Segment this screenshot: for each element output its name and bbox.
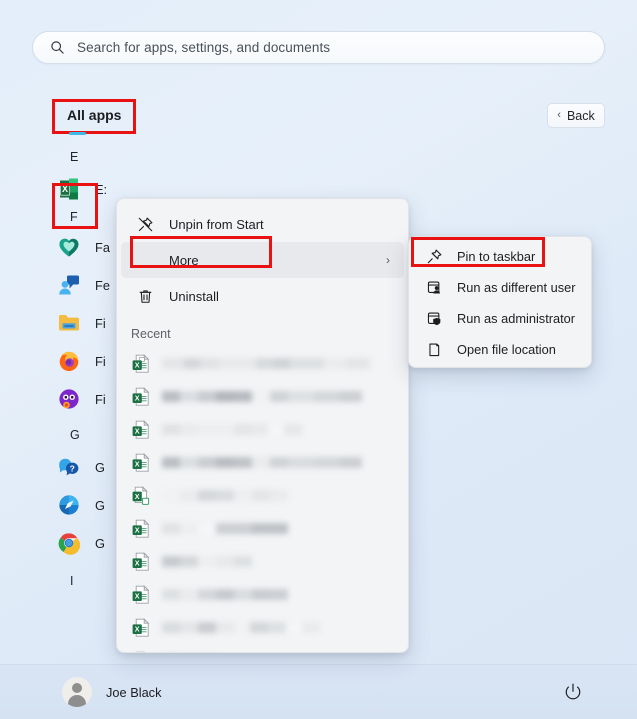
svg-text:X: X xyxy=(135,360,140,369)
excel-doc-icon: X xyxy=(132,353,150,374)
submenu-label-run-as-administrator: Run as administrator xyxy=(457,311,576,326)
excel-doc-icon: X xyxy=(132,584,150,605)
excel-doc-icon: X xyxy=(132,617,150,638)
more-highlight-box xyxy=(130,236,272,268)
app-name-family-safety: Fa xyxy=(95,239,110,255)
run-as-admin-icon xyxy=(424,310,444,327)
redacted-filename xyxy=(162,457,362,468)
context-menu-label-unpin-from-start: Unpin from Start xyxy=(169,216,264,232)
redacted-filename xyxy=(162,391,362,402)
svg-text:X: X xyxy=(135,591,140,600)
excel-doc-icon: X xyxy=(132,551,150,572)
pin-to-taskbar-highlight-box xyxy=(411,237,545,267)
family-safety-icon xyxy=(56,234,82,260)
search-placeholder-text: Search for apps, settings, and documents xyxy=(77,40,331,55)
recent-items-list: X X X X X X X X X xyxy=(117,347,408,652)
excel-doc-icon: X xyxy=(132,518,150,539)
firefox-nightly-icon xyxy=(56,386,82,412)
svg-text:?: ? xyxy=(70,464,75,474)
context-menu-label-uninstall: Uninstall xyxy=(169,288,219,304)
back-button-label: Back xyxy=(566,108,595,123)
list-item[interactable]: X xyxy=(117,380,408,413)
app-name-get-started: G xyxy=(95,497,105,513)
list-item[interactable]: X xyxy=(117,479,408,512)
excel-doc-icon: X xyxy=(132,452,150,473)
power-button[interactable] xyxy=(561,680,585,704)
list-item[interactable]: X xyxy=(117,545,408,578)
excel-icon-highlight-box xyxy=(52,183,98,229)
user-account-button[interactable]: Joe Black xyxy=(62,677,161,707)
list-item[interactable]: X xyxy=(117,512,408,545)
excel-doc-icon: X xyxy=(132,419,150,440)
svg-text:X: X xyxy=(135,558,140,567)
scroll-indicator xyxy=(69,132,86,135)
all-apps-label: All apps xyxy=(67,107,122,123)
submenu-label-run-as-different-user: Run as different user xyxy=(457,280,576,295)
app-name-feedback-hub: Fe xyxy=(95,277,110,293)
unpin-icon xyxy=(135,216,155,233)
submenu-item-run-as-different-user[interactable]: Run as different user xyxy=(413,272,587,303)
svg-text:X: X xyxy=(135,491,140,500)
redacted-filename xyxy=(162,358,370,369)
avatar-icon xyxy=(62,677,92,707)
feedback-hub-icon xyxy=(56,272,82,298)
firefox-icon xyxy=(56,348,82,374)
start-menu-all-apps: Search for apps, settings, and documents… xyxy=(0,0,637,719)
excel-doc-icon: X xyxy=(132,386,150,407)
search-input[interactable]: Search for apps, settings, and documents xyxy=(32,31,605,64)
list-item[interactable]: X xyxy=(117,578,408,611)
chevron-left-icon: ‹ xyxy=(557,109,561,121)
user-name-label: Joe Black xyxy=(106,684,162,700)
search-icon xyxy=(50,40,65,55)
app-name-google-chrome: G xyxy=(95,535,105,551)
redacted-filename xyxy=(162,424,302,435)
get-started-icon xyxy=(56,492,82,518)
svg-text:X: X xyxy=(135,393,140,402)
folder-open-icon xyxy=(424,341,444,358)
google-chrome-icon xyxy=(56,530,82,556)
app-name-firefox-nightly: Fi xyxy=(95,391,106,407)
app-name-get-help: G xyxy=(95,459,105,475)
redacted-filename xyxy=(162,523,288,534)
redacted-filename xyxy=(162,622,320,633)
trash-icon xyxy=(135,288,155,305)
file-explorer-icon xyxy=(56,310,82,336)
redacted-filename xyxy=(162,556,252,567)
recent-section-header: Recent xyxy=(131,327,171,341)
run-as-user-icon xyxy=(424,279,444,296)
submenu-label-open-file-location: Open file location xyxy=(457,342,556,357)
excel-sheet-icon: X xyxy=(132,650,150,652)
svg-text:X: X xyxy=(135,525,140,534)
submenu-item-open-file-location[interactable]: Open file location xyxy=(413,334,587,365)
excel-doc-copy-icon: X xyxy=(132,485,150,506)
chevron-right-icon: › xyxy=(386,253,390,267)
back-button[interactable]: ‹ Back xyxy=(547,103,605,128)
svg-text:X: X xyxy=(135,426,140,435)
list-item[interactable]: X xyxy=(117,644,408,652)
context-menu-item-uninstall[interactable]: Uninstall xyxy=(121,278,404,314)
redacted-filename xyxy=(162,490,288,501)
list-item[interactable]: X xyxy=(117,446,408,479)
app-name-file-explorer: Fi xyxy=(95,315,106,331)
get-help-icon: ? xyxy=(56,454,82,480)
start-menu-footer: Joe Black xyxy=(0,664,637,719)
svg-text:X: X xyxy=(135,624,140,633)
redacted-filename xyxy=(162,589,288,600)
list-item[interactable]: X xyxy=(117,347,408,380)
app-name-firefox: Fi xyxy=(95,353,106,369)
list-item[interactable]: X xyxy=(117,611,408,644)
list-item[interactable]: X xyxy=(117,413,408,446)
section-header-e: E xyxy=(70,150,79,164)
submenu-item-run-as-administrator[interactable]: Run as administrator xyxy=(413,303,587,334)
svg-text:X: X xyxy=(135,459,140,468)
